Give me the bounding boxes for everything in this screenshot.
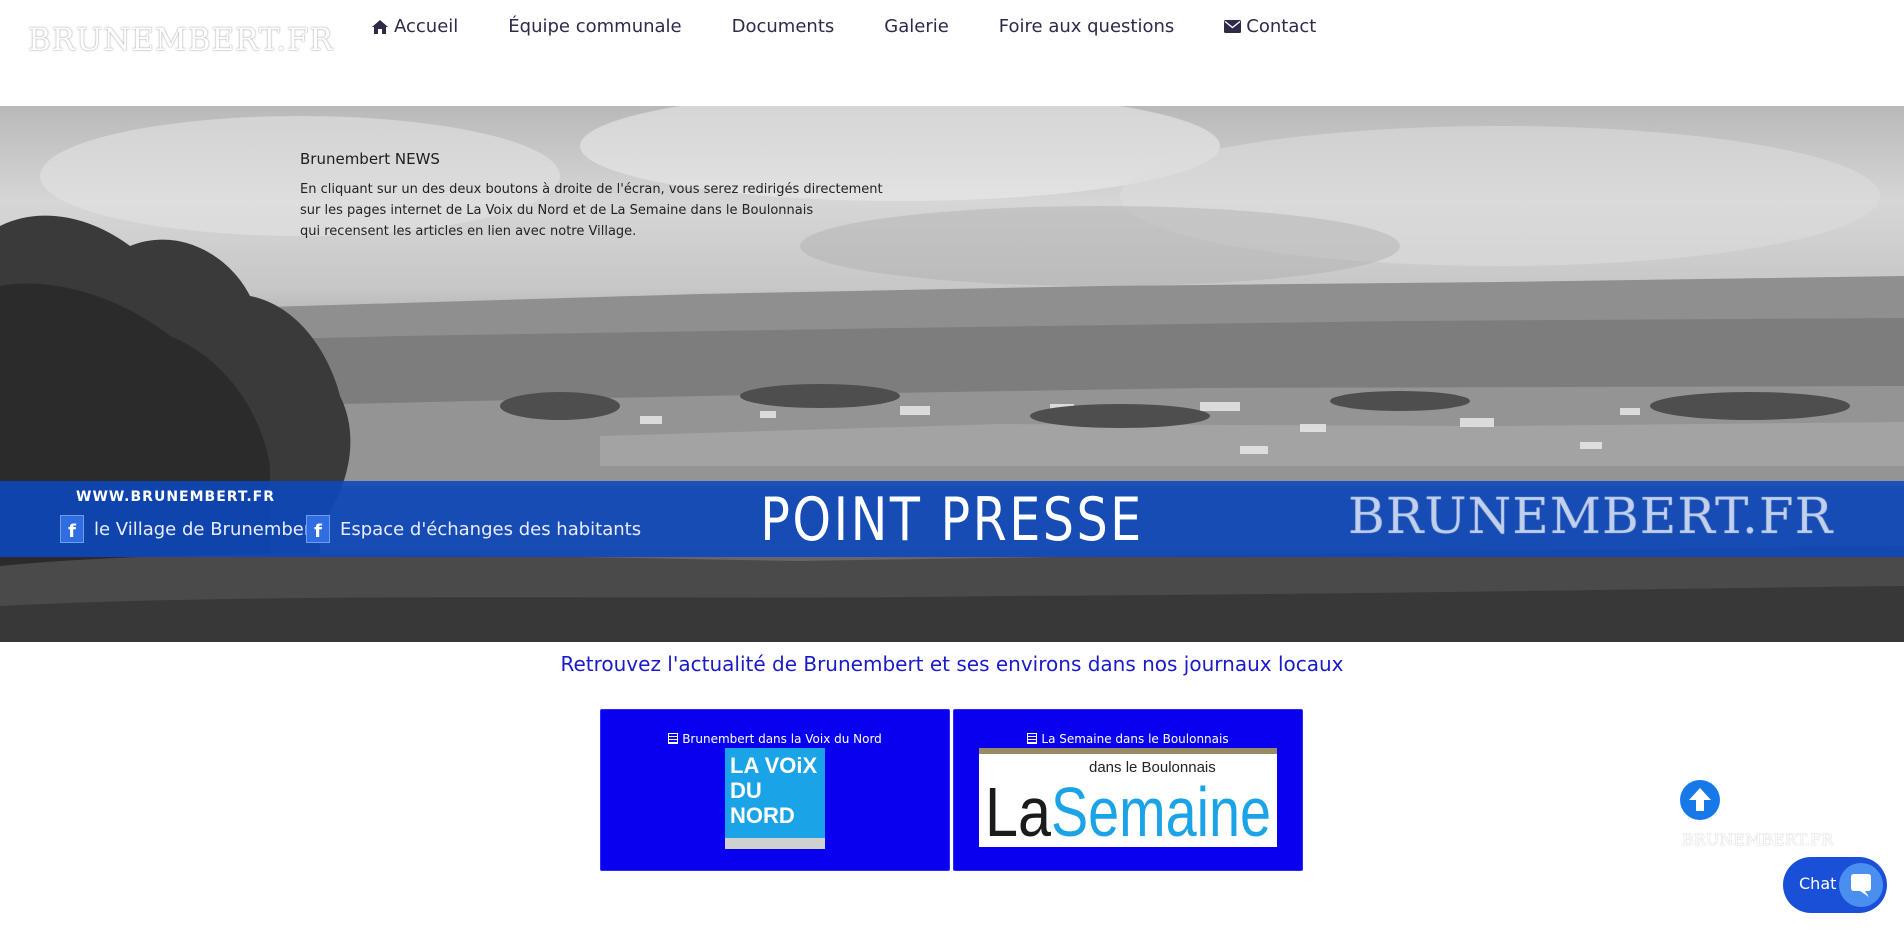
newspaper-icon — [668, 733, 679, 744]
press-banner: WWW.BRUNEMBERT.FR f le Village de Brunem… — [0, 481, 1904, 557]
nav-label-contact: Contact — [1246, 16, 1317, 37]
chat-button[interactable]: Chat — [1783, 857, 1887, 913]
logo-semaine: Semaine — [1051, 773, 1271, 847]
main-nav: Accueil Équipe communale Documents Galer… — [371, 16, 1366, 37]
hero-banner: Brunembert NEWS En cliquant sur un des d… — [0, 106, 1904, 642]
logo-text-line: NORD — [730, 803, 795, 828]
newspaper-icon — [1027, 733, 1038, 744]
logo-la: La — [985, 773, 1051, 847]
home-icon — [372, 19, 388, 34]
news-title: Brunembert NEWS — [300, 150, 440, 168]
facebook-icon: f — [60, 515, 84, 543]
card-label: La Semaine dans le Boulonnais — [1041, 732, 1229, 746]
nav-item-equipe-communale[interactable]: Équipe communale — [508, 16, 681, 37]
card-label-wrap: La Semaine dans le Boulonnais — [954, 732, 1302, 746]
nav-label-equipe: Équipe communale — [508, 16, 682, 37]
card-label-wrap: Brunembert dans la Voix du Nord — [601, 732, 949, 746]
chat-label: Chat — [1799, 874, 1837, 893]
logo-text-line: DU — [730, 778, 762, 803]
nav-label-faq: Foire aux questions — [998, 16, 1175, 37]
envelope-icon — [1224, 20, 1242, 33]
landscape-photo — [0, 106, 1904, 642]
site-header: BRUNEMBERT.FR Accueil Équipe communale D… — [0, 0, 1904, 107]
section-headline: Retrouvez l'actualité de Brunembert et s… — [560, 652, 1344, 676]
nav-item-accueil[interactable]: Accueil — [371, 16, 458, 37]
news-text-line: sur les pages internet de La Voix du Nor… — [300, 203, 814, 218]
logo-text-line: LA VOiX — [730, 753, 818, 778]
news-text-line: qui recensent les articles en lien avec … — [300, 224, 637, 239]
la-semaine-logo: dans le Boulonnais La Semaine — [979, 748, 1277, 847]
banner-watermark-logo: BRUNEMBERT.FR — [1348, 487, 1834, 545]
nav-label-accueil: Accueil — [394, 16, 459, 37]
nav-item-documents[interactable]: Documents — [732, 16, 835, 37]
card-label: Brunembert dans la Voix du Nord — [682, 732, 882, 746]
voix-du-nord-button[interactable]: Brunembert dans la Voix du Nord LA VOiX … — [600, 709, 950, 871]
voix-du-nord-logo: LA VOiX DU NORD — [725, 748, 825, 849]
footer-logo: BRUNEMBERT.FR — [1682, 830, 1834, 849]
scroll-to-top-button[interactable] — [1680, 780, 1720, 820]
arrow-up-icon — [1689, 788, 1711, 811]
nav-item-galerie[interactable]: Galerie — [884, 16, 949, 37]
la-semaine-button[interactable]: La Semaine dans le Boulonnais dans le Bo… — [953, 709, 1303, 871]
nav-label-documents: Documents — [731, 16, 835, 37]
news-text-line: En cliquant sur un des deux boutons à dr… — [300, 182, 883, 197]
nav-item-faq[interactable]: Foire aux questions — [999, 16, 1174, 37]
nav-item-contact[interactable]: Contact — [1224, 16, 1316, 37]
site-logo[interactable]: BRUNEMBERT.FR — [28, 22, 334, 58]
chat-bubble-icon — [1839, 863, 1883, 907]
nav-label-galerie: Galerie — [884, 16, 949, 37]
